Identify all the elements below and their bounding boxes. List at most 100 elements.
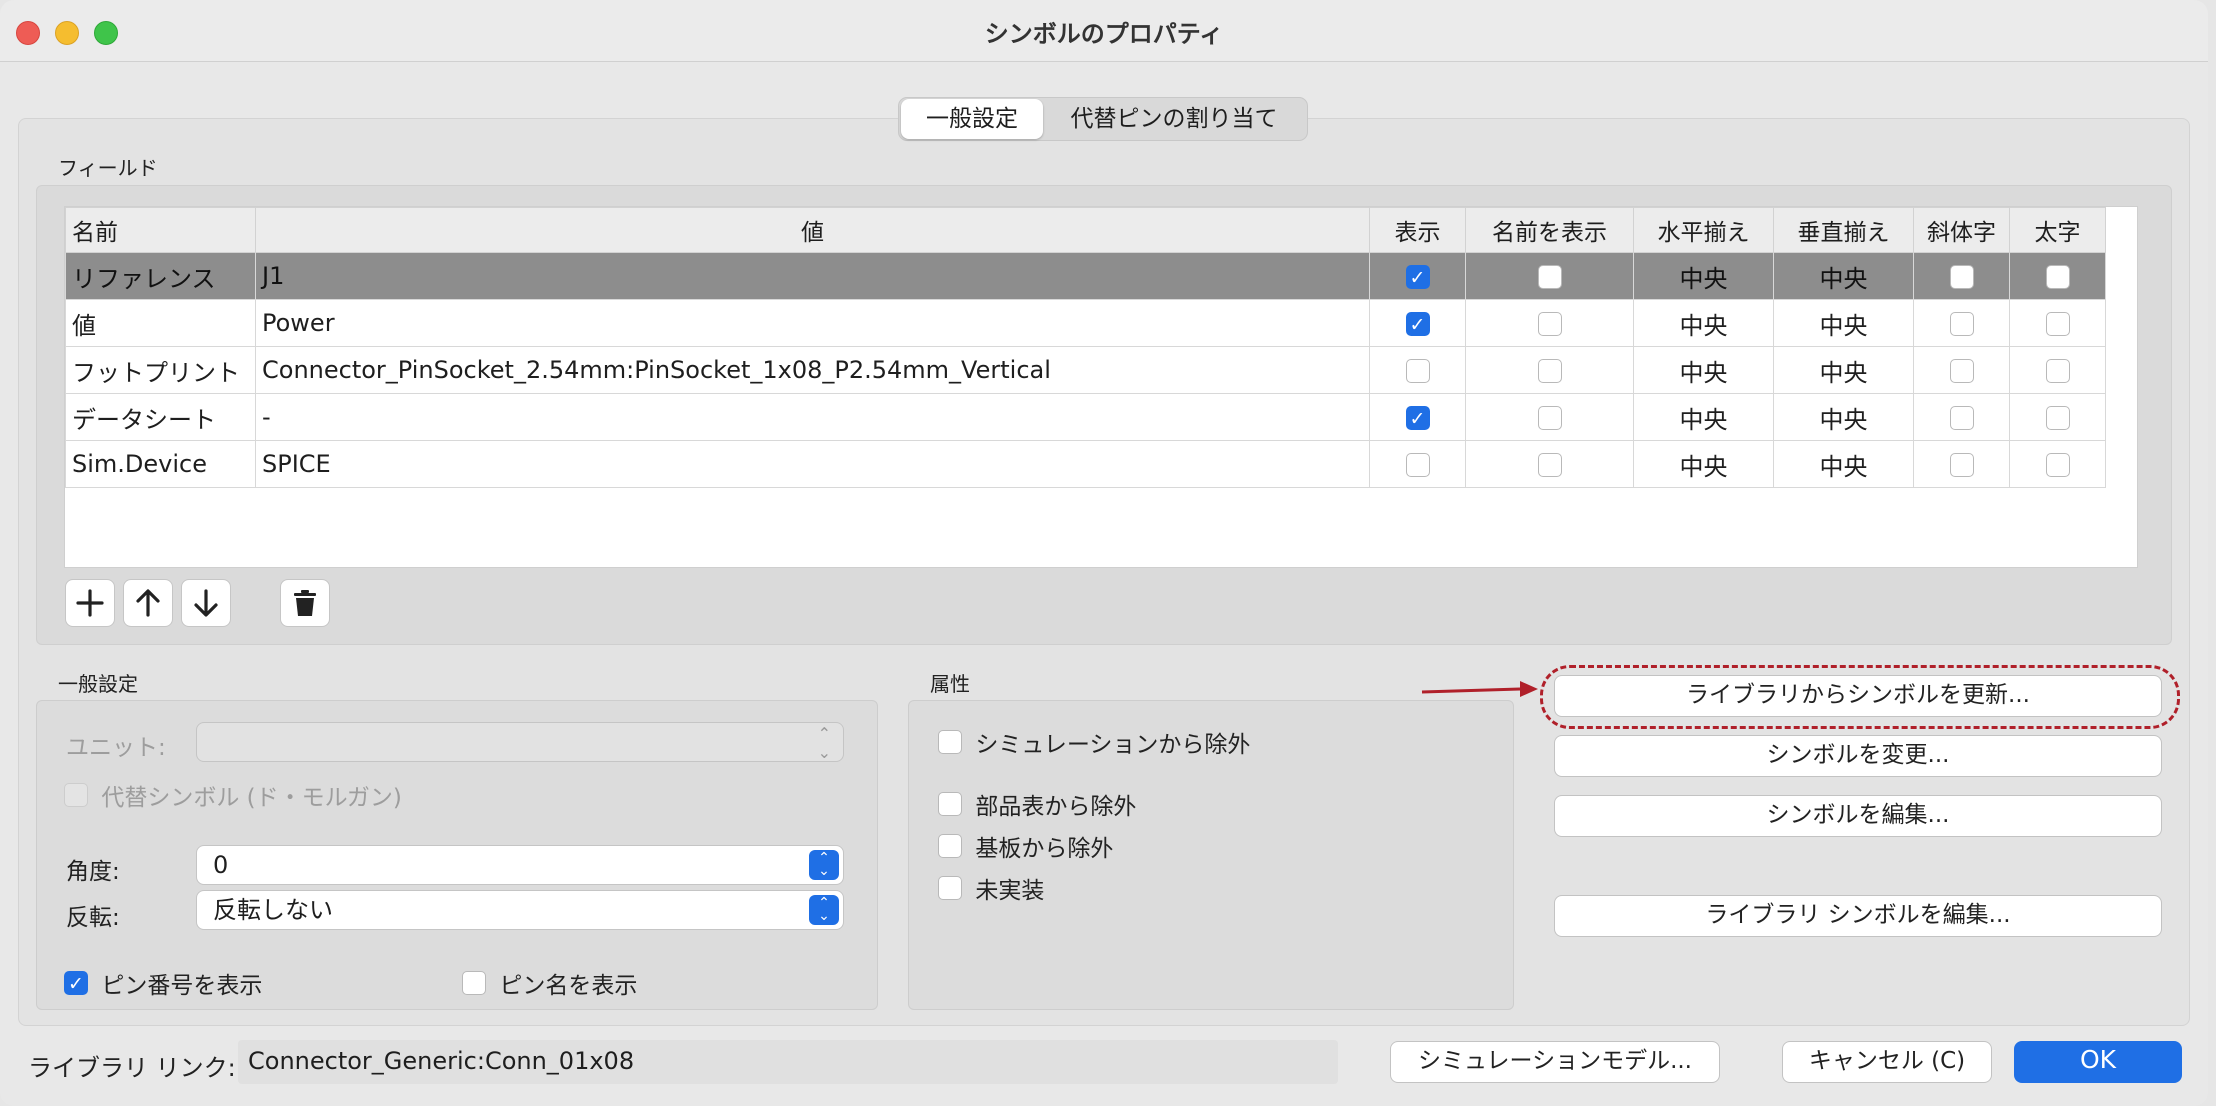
column-header-name[interactable]: 名前 (65, 207, 256, 253)
field-italic-checkbox[interactable] (1949, 312, 1974, 336)
field-bold-cell (2009, 252, 2106, 300)
field-italic-cell (1913, 252, 2010, 300)
field-v-align-cell[interactable]: 中央 (1773, 393, 1914, 441)
field-h-align-cell[interactable]: 中央 (1633, 393, 1774, 441)
field-v-align-cell[interactable]: 中央 (1773, 252, 1914, 300)
move-up-button[interactable] (123, 579, 173, 627)
field-v-align-cell[interactable]: 中央 (1773, 299, 1914, 347)
table-row[interactable]: データシート - ✓ 中央 中央 (65, 393, 2106, 441)
field-bold-checkbox[interactable] (2045, 406, 2070, 430)
field-name-cell[interactable]: Sim.Device (65, 440, 256, 488)
field-v-align-cell[interactable]: 中央 (1773, 346, 1914, 394)
field-show-name-checkbox[interactable] (1537, 453, 1562, 477)
fields-grid[interactable]: 名前 値 表示 名前を表示 水平揃え 垂直揃え 斜体字 太字 リファレンス J1 ✓… (64, 206, 2138, 568)
field-show-name-cell (1465, 393, 1634, 441)
field-show-cell: ✓ (1369, 299, 1466, 347)
field-bold-checkbox[interactable] (2045, 453, 2070, 477)
field-show-name-checkbox[interactable] (1537, 312, 1562, 336)
field-name-cell[interactable]: フットプリント (65, 346, 256, 394)
field-h-align-cell[interactable]: 中央 (1633, 299, 1774, 347)
field-show-checkbox[interactable]: ✓ (1405, 312, 1430, 336)
field-name-cell[interactable]: データシート (65, 393, 256, 441)
field-show-checkbox[interactable] (1405, 359, 1430, 383)
field-italic-checkbox[interactable] (1949, 265, 1974, 289)
column-header-h-align[interactable]: 水平揃え (1633, 207, 1774, 253)
title-bar: シンボルのプロパティ (0, 0, 2208, 62)
field-italic-checkbox[interactable] (1949, 453, 1974, 477)
field-show-checkbox[interactable] (1405, 453, 1430, 477)
column-header-show-name[interactable]: 名前を表示 (1465, 207, 1634, 253)
show-pin-numbers-checkbox[interactable]: ✓ ピン番号を表示 (64, 966, 262, 1000)
field-show-name-checkbox[interactable] (1537, 359, 1562, 383)
simulation-model-button[interactable]: シミュレーションモデル... (1390, 1041, 1720, 1083)
field-bold-cell (2009, 299, 2106, 347)
cancel-button[interactable]: キャンセル (C) (1782, 1041, 1992, 1083)
attr-exclude-board-check[interactable] (938, 834, 962, 858)
field-italic-checkbox[interactable] (1949, 406, 1974, 430)
table-row[interactable]: 値 Power ✓ 中央 中央 (65, 299, 2106, 347)
update-from-library-button[interactable]: ライブラリからシンボルを更新... (1554, 675, 2162, 717)
field-name-cell[interactable]: リファレンス (65, 252, 256, 300)
attr-exclude-bom-label: 部品表から除外 (975, 794, 1137, 820)
field-bold-checkbox[interactable] (2045, 359, 2070, 383)
column-header-show[interactable]: 表示 (1369, 207, 1466, 253)
unit-select: ⌃ ⌄ (196, 722, 844, 762)
mirror-value: 反転しない (213, 896, 333, 924)
table-row[interactable]: フットプリント Connector_PinSocket_2.54mm:PinSoc… (65, 346, 2106, 394)
edit-library-symbol-button[interactable]: ライブラリ シンボルを編集... (1554, 895, 2162, 937)
field-h-align-cell[interactable]: 中央 (1633, 252, 1774, 300)
attr-dnp-check[interactable] (938, 876, 962, 900)
attr-exclude-simulation-label: シミュレーションから除外 (975, 732, 1251, 758)
field-h-align-cell[interactable]: 中央 (1633, 346, 1774, 394)
table-row[interactable]: リファレンス J1 ✓ 中央 中央 (65, 252, 2106, 300)
attr-exclude-bom[interactable]: 部品表から除外 (938, 787, 1136, 821)
angle-label: 角度: (66, 859, 120, 885)
field-value-cell[interactable]: Connector_PinSocket_2.54mm:PinSocket_1x0… (255, 346, 1370, 394)
trash-icon (294, 590, 316, 616)
field-value-cell[interactable]: SPICE (255, 440, 1370, 488)
attr-exclude-simulation-check[interactable] (938, 730, 962, 754)
add-field-button[interactable] (65, 579, 115, 627)
table-header-row: 名前 値 表示 名前を表示 水平揃え 垂直揃え 斜体字 太字 (65, 207, 2106, 253)
delete-field-button[interactable] (280, 579, 330, 627)
change-symbol-button[interactable]: シンボルを変更... (1554, 735, 2162, 777)
field-show-cell: ✓ (1369, 393, 1466, 441)
fields-table-body: リファレンス J1 ✓ 中央 中央値 Power ✓ 中央 中央 フットプリント Connector… (65, 252, 2106, 488)
edit-symbol-button[interactable]: シンボルを編集... (1554, 795, 2162, 837)
attr-exclude-board[interactable]: 基板から除外 (938, 829, 1113, 863)
column-header-value[interactable]: 値 (255, 207, 1370, 253)
field-v-align-cell[interactable]: 中央 (1773, 440, 1914, 488)
field-name-cell[interactable]: 値 (65, 299, 256, 347)
field-bold-checkbox[interactable] (2045, 265, 2070, 289)
field-show-name-checkbox[interactable] (1537, 265, 1562, 289)
move-down-button[interactable] (181, 579, 231, 627)
ok-button[interactable]: OK (2014, 1041, 2182, 1083)
column-header-bold[interactable]: 太字 (2009, 207, 2106, 253)
show-pin-numbers-check[interactable]: ✓ (64, 971, 88, 995)
angle-select[interactable]: 0 ⌃ ⌄ (196, 845, 844, 885)
attr-exclude-simulation[interactable]: シミュレーションから除外 (938, 725, 1250, 759)
field-value-cell[interactable]: - (255, 393, 1370, 441)
field-bold-checkbox[interactable] (2045, 312, 2070, 336)
field-h-align-cell[interactable]: 中央 (1633, 440, 1774, 488)
field-value-cell[interactable]: J1 (255, 252, 1370, 300)
window-title: シンボルのプロパティ (984, 20, 1224, 48)
field-italic-cell (1913, 393, 2010, 441)
column-header-italic[interactable]: 斜体字 (1913, 207, 2010, 253)
field-show-name-checkbox[interactable] (1537, 406, 1562, 430)
tab-alternate-pins[interactable]: 代替ピンの割り当て (1043, 99, 1305, 139)
table-row[interactable]: Sim.Device SPICE 中央 中央 (65, 440, 2106, 488)
tab-general[interactable]: 一般設定 (901, 99, 1043, 139)
alt-symbol-check (64, 783, 88, 807)
field-show-checkbox[interactable]: ✓ (1405, 406, 1430, 430)
mirror-select[interactable]: 反転しない ⌃ ⌄ (196, 890, 844, 930)
column-header-v-align[interactable]: 垂直揃え (1773, 207, 1914, 253)
field-value-cell[interactable]: Power (255, 299, 1370, 347)
field-show-checkbox[interactable]: ✓ (1405, 265, 1430, 289)
field-italic-checkbox[interactable] (1949, 359, 1974, 383)
field-show-name-cell (1465, 346, 1634, 394)
show-pin-names-check[interactable] (462, 971, 486, 995)
show-pin-names-checkbox[interactable]: ピン名を表示 (462, 966, 637, 1000)
attr-dnp[interactable]: 未実装 (938, 871, 1044, 905)
attr-exclude-bom-check[interactable] (938, 792, 962, 816)
